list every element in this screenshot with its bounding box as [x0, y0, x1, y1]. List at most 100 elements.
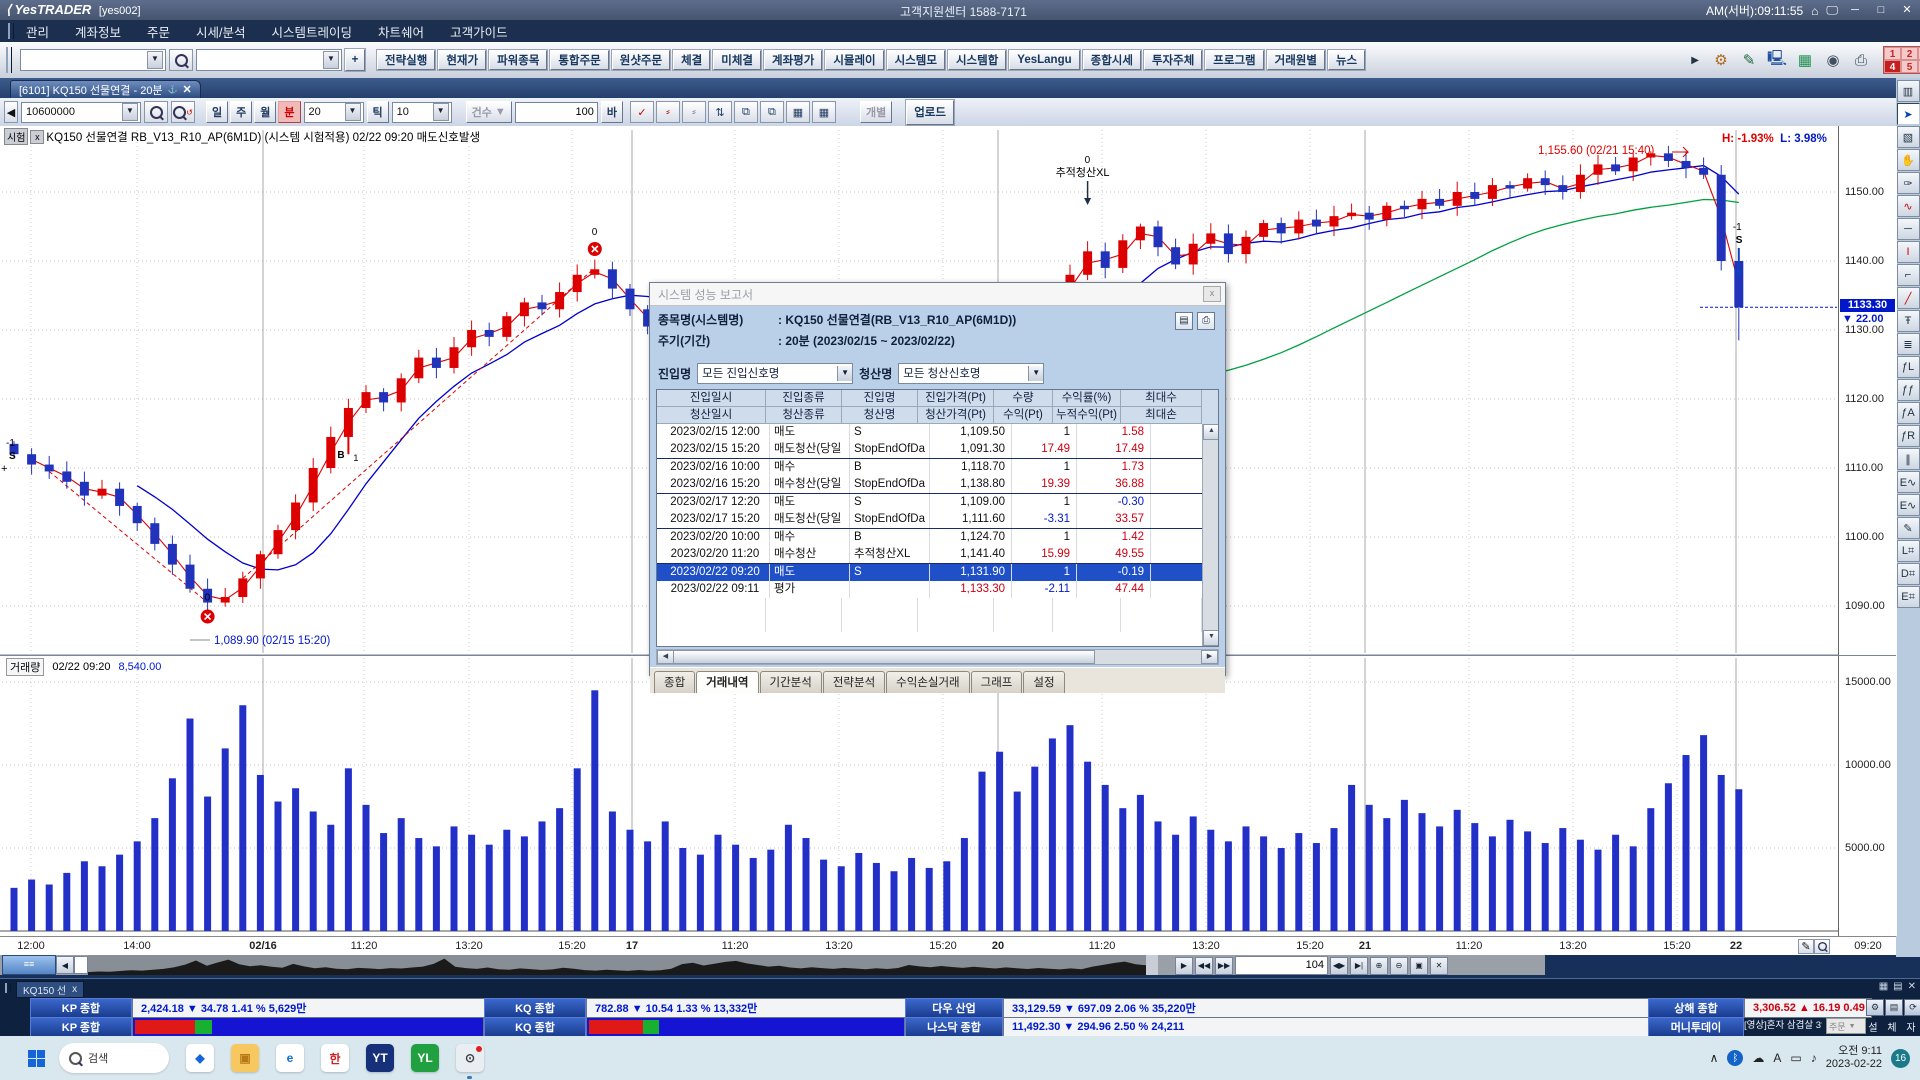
- tray-icons[interactable]: ∧ᛒ☁A▭♪: [1710, 1050, 1817, 1066]
- toolbar-button-15[interactable]: 거래원별: [1267, 50, 1325, 70]
- yestrader-app[interactable]: YT: [366, 1044, 394, 1072]
- trade-row[interactable]: 2023/02/20 10:00매수B1,124.7011.42: [657, 529, 1218, 546]
- camera-icon[interactable]: ◉: [1820, 48, 1846, 72]
- settings-icon[interactable]: ⚙: [1866, 999, 1884, 1016]
- red-bars-icon[interactable]: ⸗: [656, 101, 680, 123]
- draw-tool-icon-3[interactable]: ✋: [1897, 149, 1920, 171]
- tray-icon-5[interactable]: ♪: [1811, 1051, 1817, 1065]
- period-button-월[interactable]: 월: [254, 101, 276, 123]
- toolbar-button-7[interactable]: 계좌평가: [764, 50, 822, 70]
- close-button[interactable]: ✕: [1898, 3, 1916, 18]
- pen-icon[interactable]: ✎: [1736, 48, 1762, 72]
- panel-corner-icon-0[interactable]: ▦: [1879, 981, 1888, 992]
- toolbar-button-10[interactable]: 시스템합: [948, 50, 1006, 70]
- quick-screen-4[interactable]: 4: [1884, 60, 1901, 73]
- menu-item-2[interactable]: 주문: [147, 22, 170, 41]
- notification-badge[interactable]: 16: [1891, 1049, 1910, 1068]
- draw-tool-icon-6[interactable]: ─: [1897, 218, 1920, 240]
- layout-grid2-icon[interactable]: ▦: [812, 101, 836, 123]
- clock[interactable]: 오전 9:11 2023-02-22: [1826, 1045, 1882, 1071]
- count-combo[interactable]: 건수 ▼: [466, 101, 512, 123]
- draw-tool-icon-16[interactable]: ∥: [1897, 448, 1920, 470]
- nav-rewind-icon[interactable]: ◀◀: [1195, 957, 1213, 975]
- report-tab-그래프[interactable]: 그래프: [971, 671, 1023, 693]
- draw-tool-icon-11[interactable]: ≣: [1897, 333, 1920, 355]
- panel-corner-icon-2[interactable]: ✕: [1908, 981, 1916, 992]
- trade-row[interactable]: 2023/02/22 09:20매도S1,131.901-0.19: [657, 564, 1218, 581]
- trade-row[interactable]: 2023/02/22 09:11평가1,133.30-2.1147.44: [657, 581, 1218, 598]
- maximize-button[interactable]: □: [1872, 3, 1890, 18]
- monitor-icon[interactable]: 🖳: [1764, 48, 1790, 72]
- home-icon[interactable]: ⌂: [1811, 4, 1818, 18]
- table-vscrollbar[interactable]: ▲ ▼: [1202, 424, 1218, 646]
- toolbar-button-2[interactable]: 파워종목: [489, 50, 547, 70]
- panel-tab-close-icon[interactable]: x: [72, 984, 77, 995]
- axis-zoom-icon[interactable]: [1814, 939, 1830, 954]
- sort-icon[interactable]: ⇅: [708, 101, 732, 123]
- fills-icon[interactable]: ▤: [1885, 999, 1903, 1016]
- taskbar-search[interactable]: 검색: [59, 1043, 169, 1073]
- signal-toggle-icon[interactable]: ✓: [630, 101, 654, 123]
- quick-screen-2[interactable]: 2: [1901, 47, 1918, 60]
- toolbar-button-8[interactable]: 시뮬레이: [825, 50, 883, 70]
- nav-grid-icon[interactable]: ▣: [1410, 957, 1428, 975]
- report-tab-종합[interactable]: 종합: [654, 671, 695, 693]
- draw-tool-icon-0[interactable]: ▥: [1897, 80, 1920, 102]
- toolbar-button-16[interactable]: 뉴스: [1328, 50, 1365, 70]
- nav-end-icon[interactable]: ▶|: [1350, 957, 1368, 975]
- toolbar-button-13[interactable]: 투자주체: [1144, 50, 1202, 70]
- quick-screen-5[interactable]: 5: [1901, 60, 1918, 73]
- auto-icon[interactable]: ⟳: [1904, 999, 1920, 1016]
- trade-row[interactable]: 2023/02/15 15:20매도청산(당일StopEndOfDa1,091.…: [657, 441, 1218, 459]
- draw-tool-icon-13[interactable]: ƒƒ: [1897, 379, 1920, 401]
- report-tab-설정[interactable]: 설정: [1023, 671, 1064, 693]
- period-button-분[interactable]: 분: [278, 101, 300, 123]
- bar-position-input[interactable]: [1235, 956, 1328, 975]
- draw-tool-icon-22[interactable]: E⌗: [1897, 586, 1920, 608]
- scroll-left-icon[interactable]: ◀: [4, 101, 18, 123]
- capture-tool[interactable]: ⊙: [456, 1044, 484, 1072]
- tray-icon-4[interactable]: ▭: [1790, 1051, 1801, 1065]
- nav-forward-icon[interactable]: ▶▶: [1215, 957, 1233, 975]
- draw-tool-icon-21[interactable]: D⌗: [1897, 563, 1920, 585]
- draw-tool-icon-18[interactable]: E∿: [1897, 494, 1920, 516]
- draw-tool-icon-14[interactable]: ƒA: [1897, 402, 1920, 424]
- toolbar-button-9[interactable]: 시스템모: [887, 50, 945, 70]
- toolbar-button-11[interactable]: YesLangu: [1009, 50, 1079, 70]
- draw-tool-icon-20[interactable]: L⌗: [1897, 540, 1920, 562]
- report-tab-거래내역[interactable]: 거래내역: [696, 671, 758, 693]
- app-blue[interactable]: ◆: [186, 1044, 214, 1072]
- snapshot-icon[interactable]: ⧉: [760, 101, 784, 123]
- chart-navigator[interactable]: ≡≡ ◀ ▶ ◀◀ ▶▶ ◀▶ ▶| ⊕ ⊖ ▣ ✕: [0, 955, 1545, 975]
- toolbar-button-0[interactable]: 전략실행: [377, 50, 435, 70]
- draw-tool-icon-12[interactable]: ƒL: [1897, 356, 1920, 378]
- copy-chart-icon[interactable]: ⧉: [734, 101, 758, 123]
- chart-window-tab[interactable]: [6101] KQ150 선물연결 - 20분 ⚓ ✕: [10, 80, 201, 98]
- tray-icon-0[interactable]: ∧: [1710, 1051, 1719, 1065]
- file-explorer[interactable]: ▣: [231, 1044, 259, 1072]
- menu-item-1[interactable]: 계좌정보: [75, 22, 121, 41]
- toolbar-button-1[interactable]: 현재가: [438, 50, 486, 70]
- toolbar-button-14[interactable]: 프로그램: [1205, 50, 1263, 70]
- draw-tool-icon-15[interactable]: ƒR: [1897, 425, 1920, 447]
- edge-browser[interactable]: e: [276, 1044, 304, 1072]
- report-tab-기간분석[interactable]: 기간분석: [760, 671, 822, 693]
- trade-row[interactable]: 2023/02/16 10:00매수B1,118.7011.73: [657, 459, 1218, 476]
- trade-row[interactable]: 2023/02/17 15:20매도청산(당일StopEndOfDa1,111.…: [657, 511, 1218, 529]
- draw-tool-icon-17[interactable]: E∿: [1897, 471, 1920, 493]
- toolbar-more-arrow[interactable]: ▶: [1691, 55, 1699, 66]
- tab-close-icon[interactable]: ✕: [183, 83, 192, 96]
- navigator-left-icon[interactable]: ◀: [56, 956, 74, 974]
- tray-icon-2[interactable]: ☁: [1752, 1051, 1764, 1065]
- account-combo[interactable]: ▼: [20, 49, 166, 71]
- nav-play-icon[interactable]: ▶: [1175, 957, 1193, 975]
- zoom-icon[interactable]: [144, 101, 168, 123]
- yeslanguage-app[interactable]: YL: [411, 1044, 439, 1072]
- trade-row[interactable]: 2023/02/17 12:20매도S1,109.001-0.30: [657, 494, 1218, 511]
- zoom-reset-icon[interactable]: ↺: [171, 101, 195, 123]
- nav-close-icon[interactable]: ✕: [1430, 957, 1448, 975]
- bars-count-input[interactable]: [515, 102, 598, 123]
- printer-icon[interactable]: ⎙: [1848, 48, 1874, 72]
- menu-item-5[interactable]: 차트쉐어: [378, 22, 424, 41]
- tick-value-combo[interactable]: 10▼: [392, 102, 452, 123]
